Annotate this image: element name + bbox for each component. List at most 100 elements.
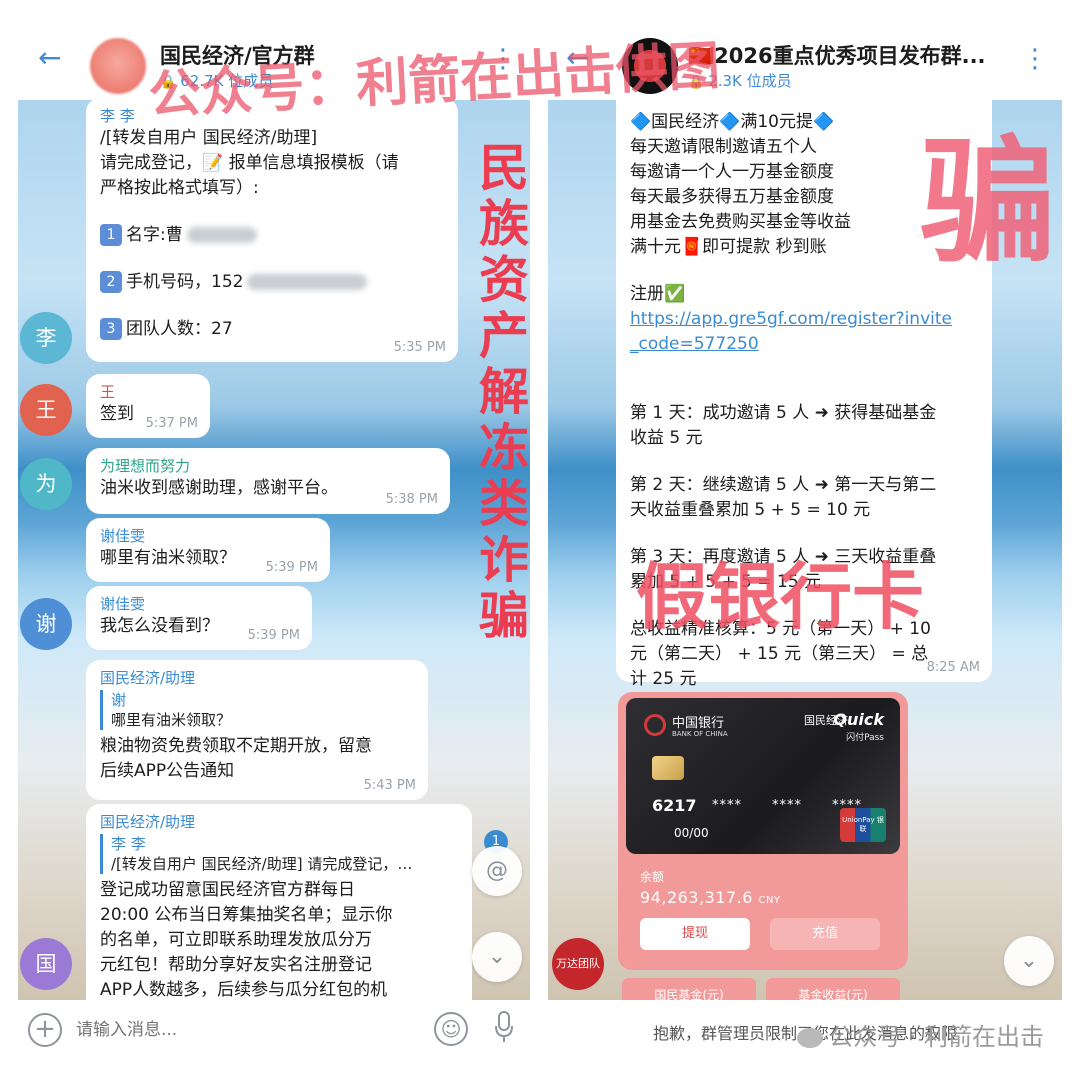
card-number: 6217	[652, 796, 697, 815]
avatar[interactable]: 李	[20, 312, 72, 364]
message-time: 5:37 PM	[145, 416, 198, 431]
sender-name: 国民经济/助理	[100, 669, 196, 687]
redacted-text	[247, 274, 368, 290]
message-text: 的名单，可立即联系助理发放瓜分万	[100, 930, 372, 950]
emoji-icon[interactable]: ☺	[434, 1012, 468, 1046]
scroll-down-button[interactable]: ⌄	[1004, 936, 1054, 986]
card-mask: ****	[712, 798, 742, 813]
group-title[interactable]: 🇨🇳2026重点优秀项目发布群...	[688, 40, 1000, 70]
bank-card-image[interactable]: 中国银行 BANK OF CHINA 国民经济 Quick 闪付Pass 621…	[618, 692, 908, 970]
card-chip-icon	[652, 756, 684, 780]
reply-quote[interactable]: 李 李 /[转发自用户 国民经济/助理] 请完成登记，…	[100, 834, 458, 874]
message-text: 请完成登记，📝 报单信息填报模板（请	[100, 153, 399, 173]
message-text: 第 2 天：继续邀请 5 人 ➜ 第一天与第二	[630, 475, 937, 495]
message-bubble[interactable]: 国民经济/助理 谢 哪里有油米领取？ 粮油物资免费领取不定期开放，留意 后续AP…	[86, 660, 428, 800]
group-avatar[interactable]	[90, 38, 146, 94]
scroll-down-button[interactable]: ⌄	[472, 932, 522, 982]
message-text: 收益 5 元	[630, 428, 703, 448]
sender-name: 李 李	[100, 107, 135, 125]
message-text: 粮油物资免费领取不定期开放，留意	[100, 736, 372, 756]
message-bubble[interactable]: 谢佳雯 哪里有油米领取？ 5:39 PM	[86, 518, 330, 582]
avatar[interactable]: 国	[20, 938, 72, 990]
avatar[interactable]: 为	[20, 458, 72, 510]
sender-name: 谢佳雯	[100, 595, 146, 613]
restricted-notice: 抱歉，群管理员限制了您在此发消息的权限	[652, 1024, 957, 1043]
message-text: 严格按此格式填写）:	[100, 178, 259, 198]
message-text: 每天邀请限制邀请五个人	[630, 137, 817, 157]
message-text: 元红包！帮助分享好友实名注册登记	[100, 955, 372, 975]
message-time: 5:35 PM	[393, 340, 446, 355]
message-text: 天收益重叠累加 5 + 5 = 10 元	[630, 500, 871, 520]
message-time: 8:25 AM	[926, 660, 980, 675]
message-text: 满十元🧧即可提款 秒到账	[630, 237, 827, 257]
left-chat-header: ← 国民经济/官方群 🔒 62.7K 位成员 ⋮	[18, 18, 530, 100]
message-text: 累加 5 + 5 + 5 = 15 元	[630, 572, 822, 592]
group-title[interactable]: 国民经济/官方群	[160, 40, 460, 70]
sender-name: 为理想而努力	[100, 457, 191, 475]
message-time: 5:43 PM	[363, 778, 416, 793]
message-bubble[interactable]: 李 李 /[转发自用户 国民经济/助理] 请完成登记，📝 报单信息填报模板（请 …	[86, 98, 458, 362]
message-input[interactable]	[76, 1008, 436, 1052]
message-time: 5:39 PM	[247, 628, 300, 643]
card-expiry: 00/00	[674, 826, 709, 840]
quoted-sender: 谢	[111, 691, 127, 709]
message-text: 每天最多获得五万基金额度	[630, 187, 834, 207]
bank-name-en: BANK OF CHINA	[672, 730, 728, 738]
message-bubble[interactable]: 🔷国民经济🔷满10元提🔷 每天邀请限制邀请五个人 每邀请一个人一万基金额度 每天…	[616, 100, 992, 689]
quoted-sender: 李 李	[111, 835, 146, 853]
card-mask: ****	[772, 798, 802, 813]
message-bubble[interactable]: 王 签到 5:37 PM	[86, 374, 210, 438]
register-link[interactable]: https://app.gre5gf.com/register?invite	[630, 307, 978, 332]
message-text: 登记成功留意国民经济官方群每日	[100, 880, 355, 900]
sender-name: 谢佳雯	[100, 527, 146, 545]
message-text: 🔷国民经济🔷满10元提🔷	[630, 112, 835, 132]
back-arrow-icon[interactable]: ←	[566, 44, 589, 72]
register-link[interactable]: _code=577250	[630, 332, 978, 357]
message-text: 每邀请一个人一万基金额度	[630, 162, 834, 182]
message-input-bar: + ☺	[18, 1000, 530, 1062]
message-text: /[转发自用户 国民经济/助理]	[100, 128, 318, 148]
avatar[interactable]: 万达团队	[552, 938, 604, 990]
sender-name: 王	[100, 383, 116, 401]
recharge-button: 充值	[770, 918, 880, 950]
lock-icon: 🔒	[688, 75, 705, 90]
collage: ← 国民经济/官方群 🔒 62.7K 位成员 ⋮ 李 李 /[转发自用户 国民经济…	[0, 0, 1080, 1080]
group-avatar[interactable]	[622, 38, 678, 94]
sender-name: 国民经济/助理	[100, 813, 196, 831]
back-arrow-icon[interactable]: ←	[38, 44, 61, 72]
restricted-notice-bar: 抱歉，群管理员限制了您在此发消息的权限	[548, 1000, 1062, 1062]
message-text: 总收益精准核算：5 元（第一天） + 10	[630, 619, 931, 639]
message-text: 注册✅	[630, 284, 686, 304]
attach-plus-icon[interactable]: +	[28, 1013, 62, 1047]
avatar[interactable]: 谢	[20, 598, 72, 650]
more-menu-icon[interactable]: ⋮	[1022, 46, 1048, 72]
message-bubble[interactable]: 国民经济/助理 李 李 /[转发自用户 国民经济/助理] 请完成登记，… 登记成…	[86, 804, 472, 1004]
avatar[interactable]: 王	[20, 384, 72, 436]
right-chat-header: ← 🇨🇳2026重点优秀项目发布群... 🔒 2.3K 位成员 ⋮	[548, 18, 1062, 100]
right-chat-screen: ← 🇨🇳2026重点优秀项目发布群... 🔒 2.3K 位成员 ⋮ 🔷国民经济🔷满…	[548, 18, 1062, 1062]
withdraw-button: 提现	[640, 918, 750, 950]
message-text: 20:00 公布当日筹集抽奖名单；显示你	[100, 905, 393, 925]
reply-quote[interactable]: 谢 哪里有油米领取？	[100, 690, 414, 730]
unionpay-logo: UnionPay 银联	[840, 808, 886, 842]
lock-icon: 🔒	[160, 75, 177, 90]
mention-button[interactable]: @	[472, 846, 522, 896]
message-text: 第 3 天：再度邀请 5 人 ➜ 三天收益重叠	[630, 547, 937, 567]
form-item-team: 3 团队人数：27	[100, 317, 444, 342]
quoted-text: /[转发自用户 国民经济/助理] 请完成登记，…	[111, 855, 413, 873]
quickpass-sub: 闪付Pass	[846, 733, 884, 743]
more-menu-icon[interactable]: ⋮	[490, 46, 516, 72]
message-bubble[interactable]: 谢佳雯 我怎么没看到？ 5:39 PM	[86, 586, 312, 650]
bank-logo-icon	[644, 714, 666, 736]
redacted-text	[186, 227, 257, 243]
member-count: 🔒 2.3K 位成员	[688, 72, 792, 90]
member-count: 🔒 62.7K 位成员	[160, 72, 274, 90]
balance-value: 94,263,317.6 CNY	[640, 888, 781, 907]
form-item-name: 1 名字:曹	[100, 223, 444, 248]
balance-label: 余额	[640, 870, 665, 884]
message-bubble[interactable]: 为理想而努力 油米收到感谢助理，感谢平台。 5:38 PM	[86, 448, 450, 514]
message-time: 5:38 PM	[385, 492, 438, 507]
microphone-icon[interactable]	[494, 1010, 514, 1044]
card-face: 中国银行 BANK OF CHINA 国民经济 Quick 闪付Pass 621…	[626, 698, 900, 854]
message-time: 5:39 PM	[265, 560, 318, 575]
